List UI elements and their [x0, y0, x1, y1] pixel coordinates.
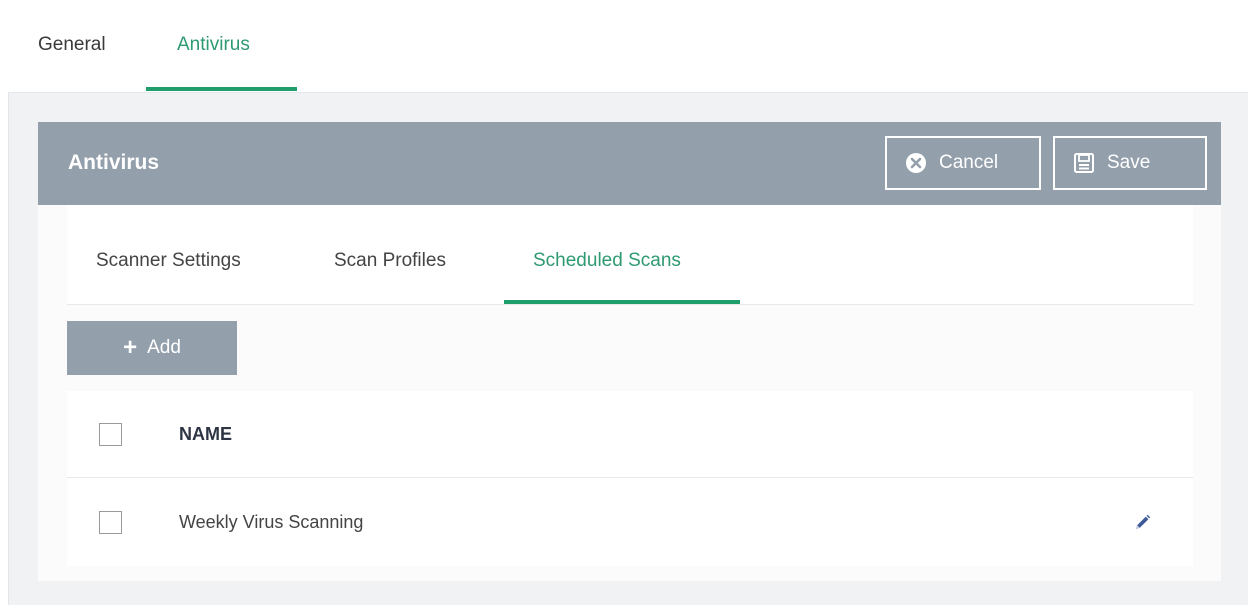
save-label: Save: [1107, 152, 1151, 173]
panel-body: Scanner Settings Scan Profiles Scheduled…: [38, 205, 1221, 581]
tab-general[interactable]: General: [38, 34, 106, 56]
save-button[interactable]: Save: [1053, 136, 1207, 190]
antivirus-panel: Antivirus Cancel Save Scanner Settings S…: [38, 122, 1221, 581]
pencil-icon[interactable]: [1131, 512, 1153, 534]
tab-scan-profiles[interactable]: Scan Profiles: [334, 250, 446, 272]
table-header-row: NAME: [67, 391, 1193, 478]
scan-name-cell: Weekly Virus Scanning: [179, 512, 364, 532]
column-header-name[interactable]: NAME: [179, 424, 232, 445]
row-checkbox[interactable]: [99, 511, 122, 534]
tab-antivirus[interactable]: Antivirus: [177, 34, 250, 56]
floppy-disk-icon: [1073, 152, 1095, 174]
active-subtab-indicator: [504, 300, 740, 304]
cancel-label: Cancel: [939, 152, 999, 173]
scheduled-scans-table: NAME Weekly Virus Scanning: [67, 391, 1193, 566]
top-tab-bar: General Antivirus: [8, 0, 1248, 93]
tab-scheduled-scans[interactable]: Scheduled Scans: [533, 250, 681, 272]
active-tab-indicator: [146, 87, 297, 91]
panel-header: Antivirus Cancel Save: [38, 122, 1221, 205]
tab-scanner-settings[interactable]: Scanner Settings: [96, 250, 241, 272]
panel-title: Antivirus: [68, 151, 160, 174]
table-row[interactable]: Weekly Virus Scanning: [67, 479, 1193, 566]
add-button[interactable]: + Add: [67, 321, 237, 375]
x-circle-icon: [905, 152, 927, 174]
select-all-checkbox[interactable]: [99, 422, 122, 446]
sub-tab-bar: Scanner Settings Scan Profiles Scheduled…: [67, 205, 1193, 305]
cancel-button[interactable]: Cancel: [885, 136, 1041, 190]
add-label: Add: [147, 337, 181, 358]
plus-icon: +: [123, 334, 138, 361]
